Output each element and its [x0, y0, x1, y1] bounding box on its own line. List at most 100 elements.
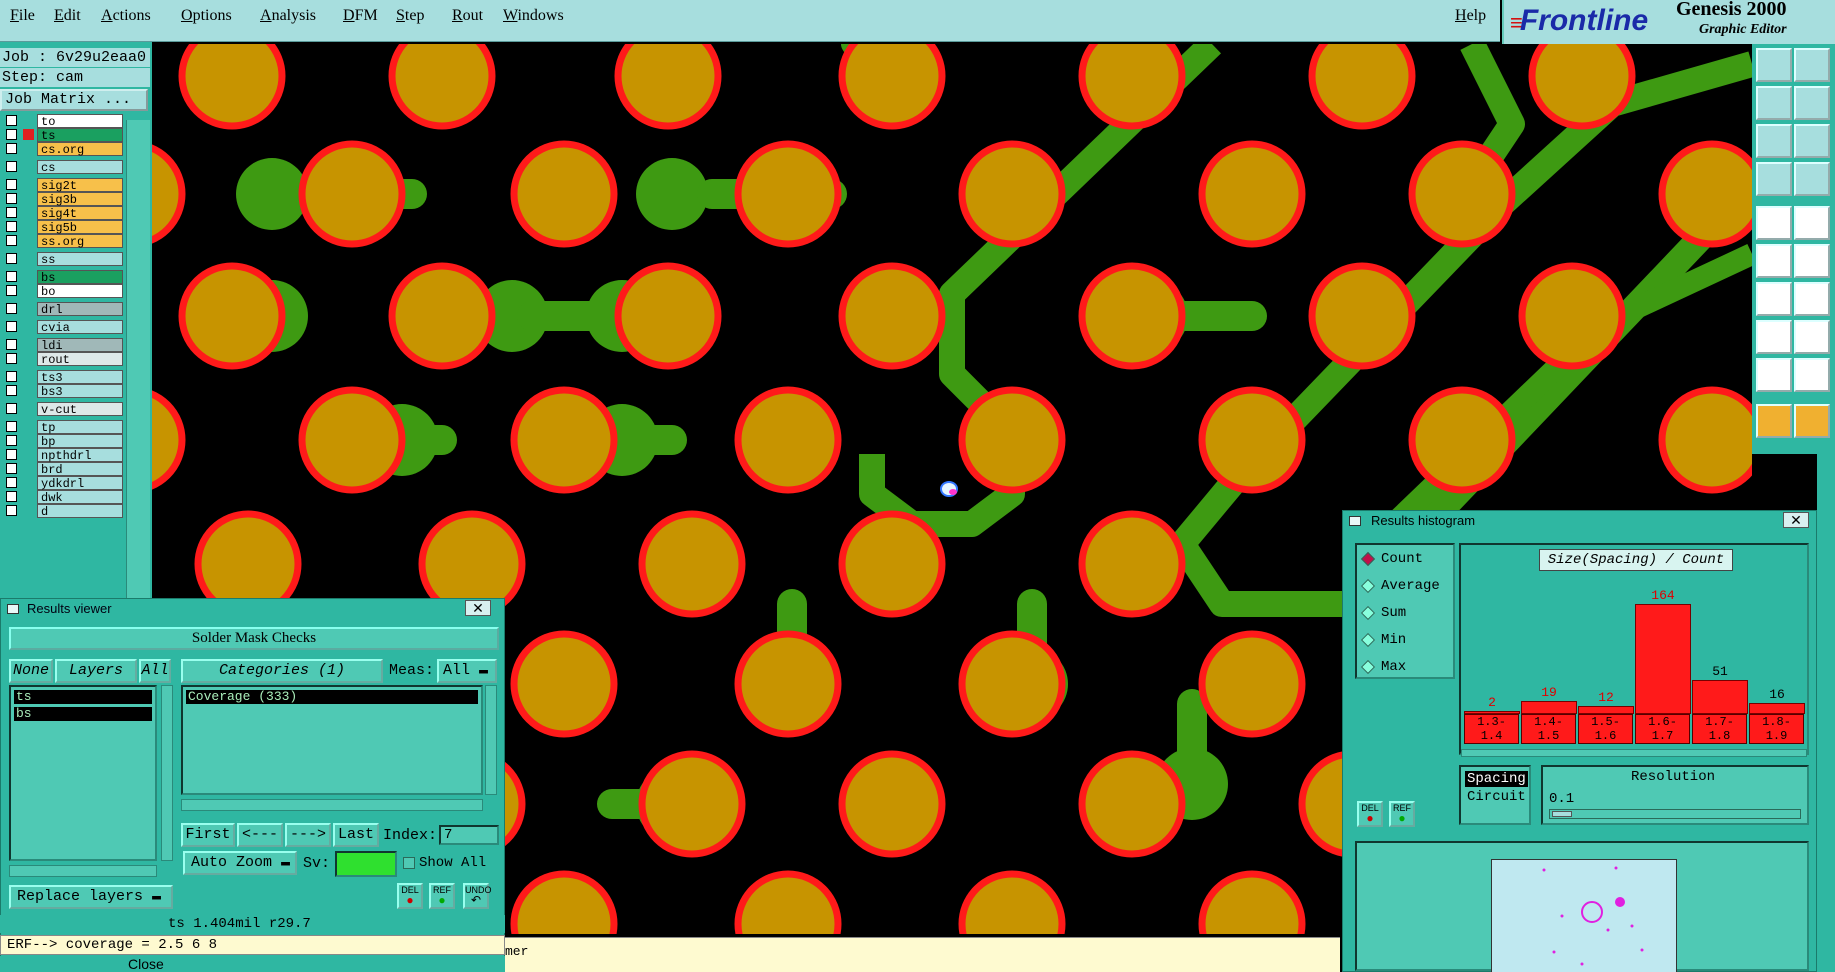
layer-checkbox[interactable]	[6, 321, 17, 332]
all-button[interactable]: All	[139, 659, 171, 683]
tool-draw-icon[interactable]	[1794, 206, 1830, 240]
tool-pointer-icon[interactable]	[1794, 404, 1830, 438]
layer-list-hscroll[interactable]	[9, 865, 157, 877]
layer-checkbox[interactable]	[6, 491, 17, 502]
job-matrix-button[interactable]: Job Matrix ...	[0, 89, 148, 111]
replace-layers-select[interactable]: Replace layers ▬	[9, 885, 173, 909]
mode-count-radio[interactable]: Count	[1363, 551, 1423, 567]
layer-row-bo[interactable]: bo	[4, 284, 123, 299]
layer-name[interactable]: d	[37, 504, 123, 519]
layer-checkbox[interactable]	[6, 143, 17, 154]
layer-row-cvia[interactable]: cvia	[4, 320, 123, 335]
last-button[interactable]: Last	[333, 823, 379, 847]
tool-arc-icon[interactable]	[1794, 358, 1830, 392]
layer-name[interactable]: sig3b	[37, 192, 123, 207]
close-icon[interactable]: ✕	[465, 600, 491, 616]
layer-name[interactable]: cvia	[37, 320, 123, 335]
plot-scrollbar[interactable]	[1461, 749, 1807, 757]
mode-sum-radio[interactable]: Sum	[1363, 605, 1406, 621]
tool-pan-up-icon[interactable]	[1756, 48, 1792, 82]
layer-name[interactable]: ldi	[37, 338, 123, 353]
tool-select-icon[interactable]	[1756, 404, 1792, 438]
ref-button[interactable]: REF ●	[429, 883, 455, 909]
layer-row-to[interactable]: to	[4, 114, 123, 129]
meas-select[interactable]: All ▬	[437, 659, 497, 683]
prev-button[interactable]: <---	[237, 823, 283, 847]
menu-help[interactable]: Help	[1455, 7, 1486, 25]
zoom-select[interactable]: Auto Zoom ▬	[183, 851, 297, 875]
none-button[interactable]: None	[9, 659, 53, 683]
layer-row-ts3[interactable]: ts3	[4, 370, 123, 385]
tool-zoom-all-icon[interactable]	[1794, 124, 1830, 158]
layer-row-sig3b[interactable]: sig3b	[4, 192, 123, 207]
histogram-bin-label[interactable]: 1.3- 1.4	[1464, 714, 1519, 744]
layer-row-bs[interactable]: bs	[4, 270, 123, 285]
window-menu-icon[interactable]	[1349, 516, 1361, 526]
tool-pad-icon[interactable]	[1756, 320, 1792, 354]
menu-rout[interactable]: Rout	[452, 7, 483, 25]
layer-row-dwk[interactable]: dwk	[4, 490, 123, 505]
histogram-bin-label[interactable]: 1.5- 1.6	[1578, 714, 1633, 744]
category-list-hscroll[interactable]	[181, 799, 483, 811]
layer-checkbox[interactable]	[6, 477, 17, 488]
close-icon[interactable]: ✕	[1783, 512, 1809, 528]
tool-grid-icon[interactable]	[1794, 162, 1830, 196]
layer-name[interactable]: bs3	[37, 384, 123, 399]
layer-name[interactable]: sig2t	[37, 178, 123, 193]
hist-del-button[interactable]: DEL ●	[1357, 801, 1383, 827]
layer-name[interactable]: brd	[37, 462, 123, 477]
histogram-bar[interactable]	[1749, 703, 1805, 714]
menu-step[interactable]: Step	[396, 7, 424, 25]
histogram-bin-label[interactable]: 1.6- 1.7	[1635, 714, 1690, 744]
mode-max-radio[interactable]: Max	[1363, 659, 1406, 675]
mode-average-radio[interactable]: Average	[1363, 578, 1440, 594]
layer-row-cs-org[interactable]: cs.org	[4, 142, 123, 157]
tool-pan-down-icon[interactable]	[1794, 48, 1830, 82]
list-item[interactable]: Coverage (333)	[186, 690, 478, 704]
layer-checkbox[interactable]	[6, 115, 17, 126]
tool-line-icon[interactable]	[1794, 282, 1830, 316]
tool-triangle-icon[interactable]	[1756, 358, 1792, 392]
window-menu-icon[interactable]	[7, 604, 19, 614]
menu-edit[interactable]: Edit	[54, 7, 81, 25]
histogram-bin-label[interactable]: 1.8- 1.9	[1749, 714, 1804, 744]
layer-row-sig5b[interactable]: sig5b	[4, 220, 123, 235]
layer-checkbox[interactable]	[6, 449, 17, 460]
layer-checkbox[interactable]	[6, 179, 17, 190]
layer-row-bs3[interactable]: bs3	[4, 384, 123, 399]
layer-name[interactable]: cs	[37, 160, 123, 175]
index-input[interactable]: 7	[439, 825, 499, 845]
layer-row-ydkdrl[interactable]: ydkdrl	[4, 476, 123, 491]
layer-name[interactable]: rout	[37, 352, 123, 367]
layer-row-drl[interactable]: drl	[4, 302, 123, 317]
layer-name[interactable]: dwk	[37, 490, 123, 505]
layer-checkbox[interactable]	[6, 421, 17, 432]
layer-checkbox[interactable]	[6, 435, 17, 446]
layer-checkbox[interactable]	[6, 463, 17, 474]
category-list-scrollbar[interactable]	[485, 685, 497, 795]
histogram-bar[interactable]	[1578, 706, 1634, 714]
layer-name[interactable]: cs.org	[37, 142, 123, 157]
layer-checkbox[interactable]	[6, 371, 17, 382]
layer-checkbox[interactable]	[6, 253, 17, 264]
layer-scrollbar[interactable]	[126, 120, 150, 640]
histogram-titlebar[interactable]: Results histogram	[1343, 511, 1816, 531]
layer-checkbox[interactable]	[6, 385, 17, 396]
layer-name[interactable]: ts	[37, 128, 123, 143]
menu-dfm[interactable]: DFM	[343, 7, 378, 25]
layer-row-ss[interactable]: ss	[4, 252, 123, 267]
layer-name[interactable]: ss.org	[37, 234, 123, 249]
layer-row-ts[interactable]: ts	[4, 128, 123, 143]
next-button[interactable]: --->	[285, 823, 331, 847]
slider-handle[interactable]	[1552, 811, 1572, 817]
categories-button[interactable]: Categories (1)	[181, 659, 383, 683]
list-item[interactable]: bs	[14, 707, 152, 721]
layer-row-npthdrl[interactable]: npthdrl	[4, 448, 123, 463]
layer-name[interactable]: bo	[37, 284, 123, 299]
resolution-slider[interactable]	[1549, 809, 1801, 819]
sv-color-select[interactable]	[335, 851, 397, 877]
layer-list-scrollbar[interactable]	[161, 685, 173, 861]
layer-checkbox[interactable]	[6, 505, 17, 516]
layer-checkbox[interactable]	[6, 271, 17, 282]
histogram-bar[interactable]	[1692, 680, 1748, 714]
